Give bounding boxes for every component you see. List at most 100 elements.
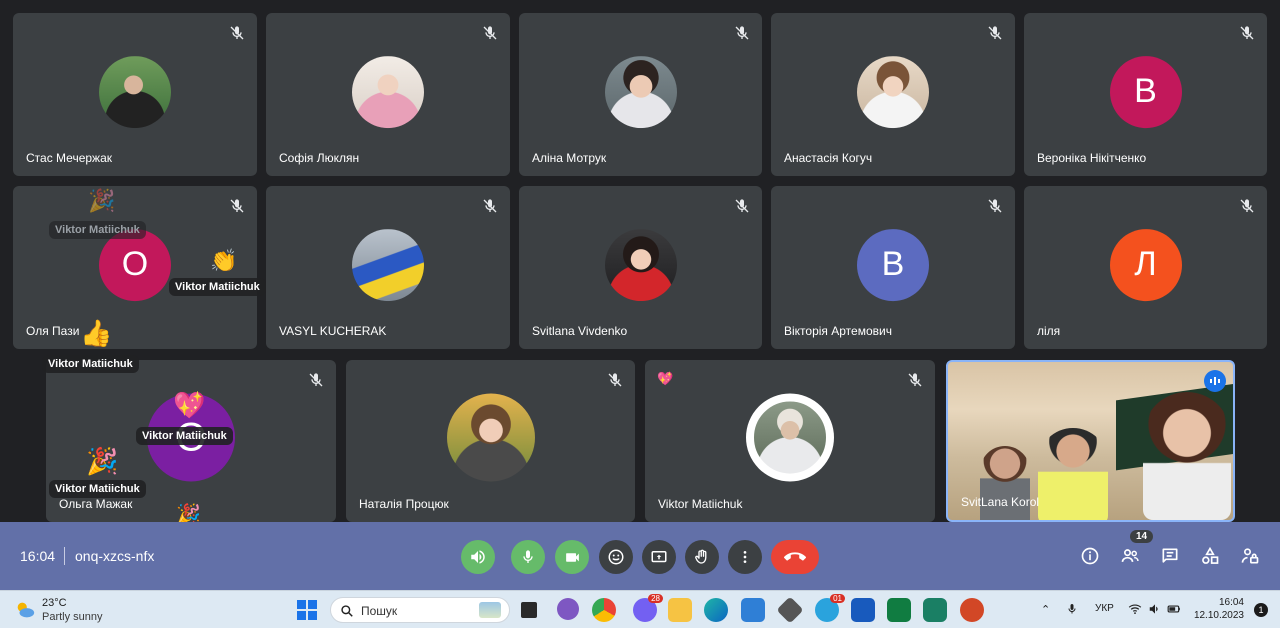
participant-initial-avatar: О	[99, 228, 171, 301]
file-explorer-icon[interactable]	[668, 598, 692, 622]
notification-count-badge[interactable]: 1	[1254, 603, 1268, 617]
camera-button[interactable]	[555, 540, 589, 574]
audio-output-button[interactable]	[461, 540, 495, 574]
participant-photo	[352, 55, 424, 128]
participant-photo	[857, 55, 929, 128]
weather-sun-cloud-icon[interactable]	[14, 599, 36, 621]
people-button[interactable]	[1118, 544, 1142, 568]
meet-app-icon[interactable]	[557, 598, 579, 620]
more-options-button[interactable]	[728, 540, 762, 574]
reaction-sender-label: Viktor Matiichuk	[136, 427, 233, 445]
wifi-icon[interactable]	[1128, 602, 1142, 616]
participant-initial-avatar: В	[857, 228, 929, 301]
microphone-icon	[523, 550, 533, 563]
people-icon	[1121, 549, 1139, 562]
mic-off-icon	[735, 26, 749, 40]
participant-tile[interactable]: Стас Мечержак	[13, 13, 257, 176]
leave-call-button[interactable]	[771, 540, 819, 574]
mic-off-icon	[309, 373, 323, 387]
battery-icon[interactable]	[1166, 602, 1182, 616]
participant-tile[interactable]: Svitlana Vivdenko	[519, 186, 762, 349]
meeting-details-button[interactable]	[1078, 544, 1102, 568]
participant-tile[interactable]: 💖 Viktor Matiichuk	[645, 360, 935, 522]
search-icon	[341, 605, 353, 617]
search-highlight-icon	[479, 602, 501, 618]
edge-icon[interactable]	[704, 598, 728, 622]
participant-tile[interactable]: Наталія Процюк	[346, 360, 635, 522]
excel-icon[interactable]	[887, 598, 911, 622]
speaking-indicator-icon	[1204, 370, 1226, 392]
task-view-icon[interactable]	[521, 602, 537, 618]
participant-photo	[746, 393, 834, 482]
participant-name: Стас Мечержак	[26, 151, 112, 165]
participant-name: ліля	[1037, 324, 1061, 338]
host-controls-button[interactable]	[1238, 544, 1262, 568]
viber-icon[interactable]: 28	[633, 594, 663, 622]
mic-off-icon	[1240, 26, 1254, 40]
meeting-clock: 16:04	[20, 548, 56, 564]
participant-photo	[99, 55, 171, 128]
telegram-icon[interactable]: 01	[815, 594, 845, 622]
weather-description[interactable]: Partly sunny	[42, 611, 103, 623]
mic-off-icon	[483, 199, 497, 213]
mic-off-icon	[608, 373, 622, 387]
powerpoint-icon[interactable]	[960, 598, 984, 622]
volume-icon[interactable]	[1148, 602, 1162, 616]
reaction-sender-label: Viktor Matiichuk	[49, 221, 146, 239]
participant-name: Аліна Мотрук	[532, 151, 607, 165]
participant-tile[interactable]: Аліна Мотрук	[519, 13, 762, 176]
participant-tile-active-speaker[interactable]: SvitLana Korol	[946, 360, 1235, 522]
participant-tile[interactable]: В Вероніка Нікітченко	[1024, 13, 1267, 176]
activities-button[interactable]	[1198, 544, 1222, 568]
participant-tile[interactable]: Л ліля	[1024, 186, 1267, 349]
participant-name: SvitLana Korol	[961, 495, 1040, 509]
end-call-icon	[784, 552, 806, 561]
weather-temperature[interactable]: 23°C	[42, 597, 67, 609]
meeting-code: onq-xzcs-nfx	[75, 548, 155, 564]
participant-initial-avatar: В	[1109, 55, 1182, 128]
mic-off-icon	[988, 26, 1002, 40]
participant-name: Оля Пази	[26, 324, 80, 338]
speaker-icon	[471, 550, 485, 564]
people-count-badge: 14	[1130, 530, 1154, 543]
start-button[interactable]	[297, 600, 317, 620]
thumbs-up-reaction-icon: 👍	[80, 318, 113, 348]
more-vert-icon	[743, 551, 747, 563]
participant-tile[interactable]: VASYL KUCHERAK	[266, 186, 510, 349]
participant-name: VASYL KUCHERAK	[279, 324, 387, 338]
taskbar-clock[interactable]: 16:04 12.10.2023	[1194, 596, 1244, 622]
store-icon[interactable]	[741, 598, 765, 622]
present-screen-button[interactable]	[642, 540, 676, 574]
participant-name: Viktor Matiichuk	[658, 497, 743, 511]
taskbar-search-box[interactable]: Пошук	[330, 597, 510, 623]
camera-icon	[565, 552, 579, 562]
app-icon[interactable]	[776, 596, 804, 624]
raise-hand-button[interactable]	[685, 540, 719, 574]
meeting-controls-bar: 16:04 onq-xzcs-nfx 14	[0, 522, 1280, 590]
participant-tile[interactable]: Анастасія Когуч	[771, 13, 1015, 176]
reaction-sender-label: Viktor Matiichuk	[49, 480, 146, 498]
participant-tile[interactable]: В Вікторія Артемович	[771, 186, 1015, 349]
tray-overflow-chevron-icon[interactable]: ⌃	[1041, 603, 1050, 616]
participant-name: Ольга Мажак	[59, 497, 133, 511]
reaction-sender-label: Viktor Matiichuk	[42, 355, 139, 373]
participant-tile[interactable]: Софія Люклян	[266, 13, 510, 176]
input-language[interactable]: УКР	[1095, 603, 1114, 614]
clock-app-icon[interactable]	[923, 598, 947, 622]
windows-taskbar: 23°C Partly sunny Пошук 28 01 ⌃ УКР 16:0…	[0, 590, 1280, 628]
mic-off-icon	[908, 373, 922, 387]
microphone-button[interactable]	[511, 540, 545, 574]
mic-off-icon	[1240, 199, 1254, 213]
emoji-reaction-button[interactable]	[599, 540, 633, 574]
viber-badge: 28	[648, 594, 663, 603]
tray-microphone-icon[interactable]	[1066, 602, 1078, 616]
clap-reaction-icon: 👏	[210, 248, 238, 273]
chat-button[interactable]	[1158, 544, 1182, 568]
sparkle-heart-reaction-icon: 💖	[173, 390, 206, 420]
chrome-icon[interactable]	[592, 598, 616, 622]
clock-date: 12.10.2023	[1193, 610, 1244, 621]
video-feed-person	[1143, 392, 1231, 520]
video-feed-person	[980, 446, 1030, 520]
participant-name: Вероніка Нікітченко	[1037, 151, 1147, 165]
word-icon[interactable]	[851, 598, 875, 622]
